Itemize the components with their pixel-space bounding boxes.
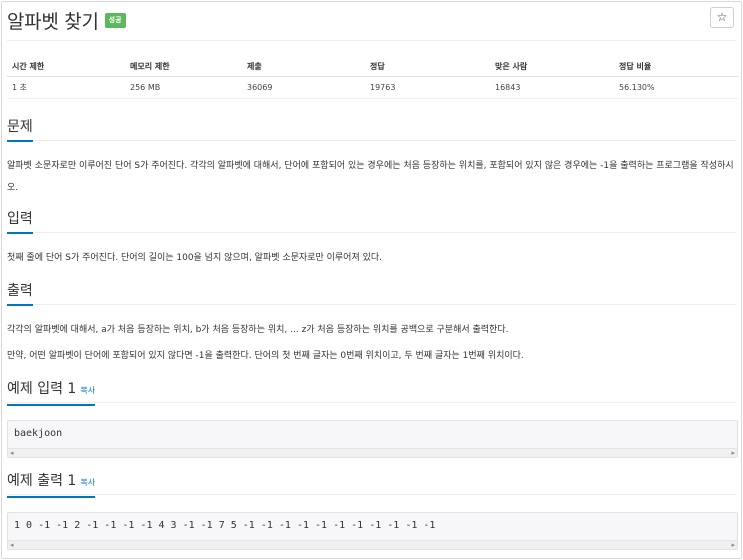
section-input-title: 입력	[7, 210, 33, 234]
title-row: 알파벳 찾기 성공	[7, 7, 126, 33]
description-text: 알파벳 소문자로만 이루어진 단어 S가 주어진다. 각각의 알파벳에 대해서,…	[7, 161, 734, 193]
output-text-1: 각각의 알파벳에 대해서, a가 처음 등장하는 위치, b가 처음 등장하는 …	[7, 325, 509, 335]
sample-output-content: 1 0 -1 -1 2 -1 -1 -1 -1 4 3 -1 -1 7 5 -1…	[14, 520, 436, 531]
section-description-heading: 문제	[7, 117, 736, 142]
value-time-limit: 1 초	[12, 83, 27, 92]
sample-input-scrollbar[interactable]: ◂ ▸	[8, 448, 737, 457]
scroll-left-icon[interactable]: ◂	[10, 541, 14, 550]
header-ratio: 정답 비율	[619, 61, 652, 71]
status-badge: 성공	[104, 12, 126, 28]
scroll-right-icon[interactable]: ▸	[731, 541, 735, 550]
section-output-heading: 출력	[7, 281, 736, 306]
title-divider	[7, 40, 736, 41]
output-text-2: 만약, 어떤 알파벳이 단어에 포함되어 있지 않다면 -1을 출력한다. 단어…	[7, 351, 524, 361]
value-ratio: 56.130%	[619, 83, 655, 92]
section-description-title: 문제	[7, 118, 33, 142]
header-submissions: 제출	[247, 61, 262, 71]
scroll-left-icon[interactable]: ◂	[10, 449, 14, 458]
value-accepted: 19763	[370, 83, 396, 92]
sample-output-scrollbar[interactable]: ◂ ▸	[8, 540, 737, 549]
value-solvers: 16843	[495, 83, 521, 92]
value-submissions: 36069	[247, 83, 273, 92]
section-input-heading: 입력	[7, 209, 736, 234]
sample-output-box[interactable]: 1 0 -1 -1 2 -1 -1 -1 -1 4 3 -1 -1 7 5 -1…	[7, 512, 738, 550]
header-accepted: 정답	[370, 61, 385, 71]
sample-input-box[interactable]: baekjoon ◂ ▸	[7, 420, 738, 458]
problem-info-table: 시간 제한 메모리 제한 제출 정답 맞은 사람 정답 비율 1 초 256 M…	[7, 56, 738, 99]
sample-input-content: baekjoon	[14, 428, 63, 439]
sample-input-title: 예제 입력 1	[7, 381, 77, 397]
header-memory-limit: 메모리 제한	[130, 61, 170, 71]
problem-title: 알파벳 찾기	[7, 10, 99, 33]
section-output-title: 출력	[7, 282, 33, 306]
info-table-header: 시간 제한 메모리 제한 제출 정답 맞은 사람 정답 비율	[7, 56, 738, 77]
copy-sample-output-link[interactable]: 복사	[80, 478, 95, 487]
sample-output-title: 예제 출력 1	[7, 473, 77, 489]
value-memory-limit: 256 MB	[130, 83, 161, 92]
header-time-limit: 시간 제한	[12, 61, 45, 71]
input-text: 첫째 줄에 단어 S가 주어진다. 단어의 길이는 100을 넘지 않으며, 알…	[7, 253, 383, 263]
problem-panel: 알파벳 찾기 성공 ☆ 시간 제한 메모리 제한 제출 정답 맞은 사람 정답 …	[1, 1, 742, 559]
section-sample-input-heading: 예제 입력 1 복사	[7, 379, 736, 406]
header-solvers: 맞은 사람	[495, 61, 528, 71]
star-icon: ☆	[716, 10, 728, 24]
scroll-right-icon[interactable]: ▸	[731, 449, 735, 458]
section-sample-output-heading: 예제 출력 1 복사	[7, 471, 736, 498]
copy-sample-input-link[interactable]: 복사	[80, 386, 95, 395]
star-button[interactable]: ☆	[710, 7, 734, 28]
info-table-row: 1 초 256 MB 36069 19763 16843 56.130%	[7, 77, 738, 99]
